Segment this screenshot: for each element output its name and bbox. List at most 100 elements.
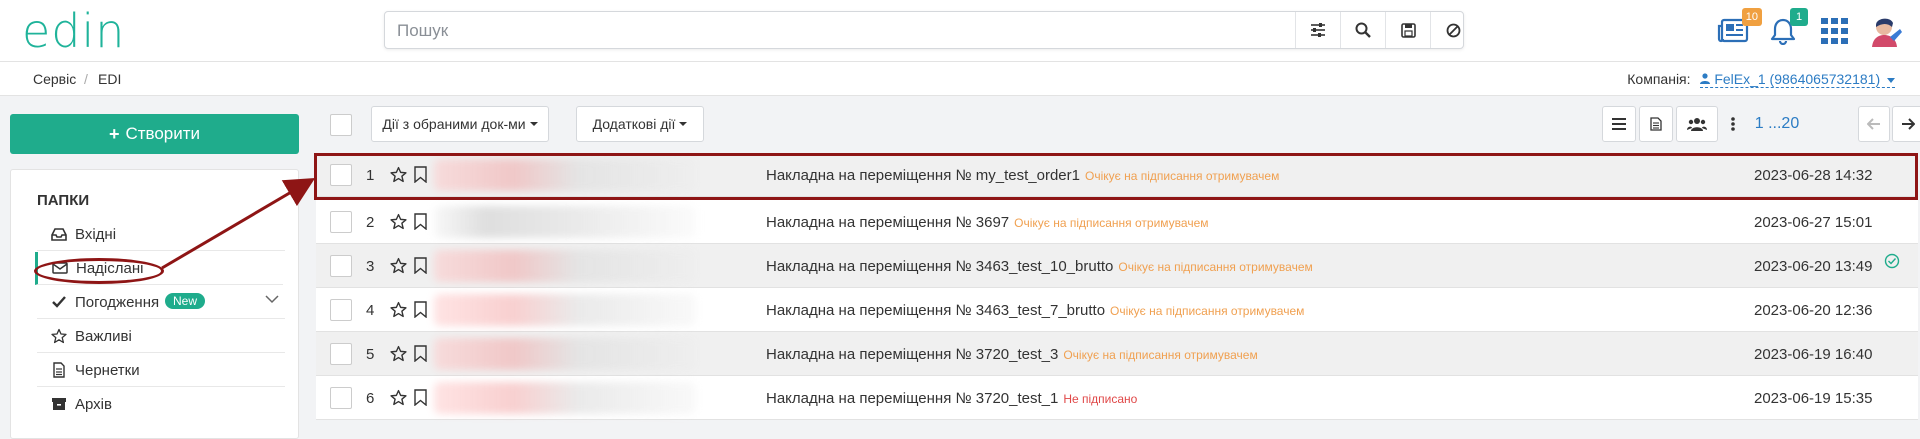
user-avatar[interactable] bbox=[1870, 14, 1904, 48]
bulk-actions-dropdown[interactable]: Дії з обраними док-ми bbox=[371, 106, 549, 142]
bookmark-icon[interactable] bbox=[414, 166, 427, 183]
star-icon[interactable] bbox=[390, 166, 407, 183]
envelope-icon bbox=[52, 262, 68, 274]
document-status: Очікує на підписання отримувачем bbox=[1014, 216, 1209, 230]
row-checkbox[interactable] bbox=[330, 211, 352, 233]
document-date: 2023-06-27 15:01 bbox=[1754, 214, 1873, 231]
folder-label: Важливі bbox=[75, 328, 132, 345]
star-icon[interactable] bbox=[390, 301, 407, 318]
star-icon[interactable] bbox=[390, 389, 407, 406]
row-checkbox[interactable] bbox=[330, 164, 352, 186]
list-view-button[interactable] bbox=[1602, 106, 1636, 142]
document-status: Очікує на підписання отримувачем bbox=[1084, 169, 1280, 183]
breadcrumb-edi[interactable]: EDI bbox=[98, 71, 121, 87]
company-selector: Компанія: FelEx_1 (9864065732181) bbox=[1627, 71, 1895, 88]
company-dropdown[interactable]: FelEx_1 (9864065732181) bbox=[1700, 71, 1895, 88]
file-icon bbox=[53, 362, 65, 378]
bookmark-icon[interactable] bbox=[414, 389, 427, 406]
document-status: Не підписано bbox=[1063, 392, 1138, 406]
bookmark-icon[interactable] bbox=[414, 213, 427, 230]
pagination-range[interactable]: 1 ...20 bbox=[1747, 106, 1807, 142]
document-date: 2023-06-20 12:36 bbox=[1754, 302, 1873, 319]
document-title: Накладна на переміщення № 3697 Очікує на … bbox=[766, 214, 1209, 231]
extra-actions-dropdown[interactable]: Додаткові дії bbox=[576, 106, 704, 142]
redacted-counterparty bbox=[434, 294, 696, 326]
folder-inbox[interactable]: Вхідні bbox=[37, 218, 285, 251]
clear-search-button[interactable] bbox=[1430, 12, 1475, 48]
news-button[interactable]: 10 bbox=[1716, 8, 1762, 48]
star-icon[interactable] bbox=[390, 213, 407, 230]
more-options-button[interactable] bbox=[1721, 106, 1745, 142]
arrow-right-icon bbox=[1902, 118, 1915, 130]
avatar-illustration-icon bbox=[1872, 18, 1902, 47]
chevron-down-icon[interactable] bbox=[265, 294, 279, 304]
search-button[interactable] bbox=[1340, 12, 1385, 48]
check-icon bbox=[52, 296, 66, 308]
next-page-button[interactable] bbox=[1892, 106, 1920, 142]
grid-apps-icon bbox=[1821, 18, 1848, 44]
star-icon[interactable] bbox=[390, 345, 407, 362]
folder-drafts[interactable]: Чернетки bbox=[37, 354, 285, 387]
prev-page-button[interactable] bbox=[1858, 106, 1890, 142]
search-input[interactable] bbox=[397, 20, 1277, 42]
row-number: 5 bbox=[366, 346, 375, 363]
search-bar bbox=[384, 11, 1464, 49]
document-date: 2023-06-19 16:40 bbox=[1754, 346, 1873, 363]
save-icon bbox=[1400, 22, 1416, 38]
select-all-checkbox[interactable] bbox=[330, 114, 352, 136]
edin-logo[interactable]: edin bbox=[22, 8, 125, 54]
new-badge: New bbox=[165, 293, 206, 309]
folder-label: Вхідні bbox=[75, 226, 117, 243]
bookmark-icon[interactable] bbox=[414, 345, 427, 362]
star-icon[interactable] bbox=[390, 257, 407, 274]
create-button-label: Створити bbox=[125, 124, 201, 143]
document-title: Накладна на переміщення № 3463_test_10_b… bbox=[766, 258, 1313, 275]
document-row[interactable]: 5 Накладна на переміщення № 3720_test_3 О… bbox=[316, 332, 1918, 376]
document-row[interactable]: 6 Накладна на переміщення № 3720_test_1 Н… bbox=[316, 376, 1918, 420]
bookmark-icon[interactable] bbox=[414, 301, 427, 318]
users-icon bbox=[1687, 118, 1707, 131]
row-number: 6 bbox=[366, 390, 375, 407]
filter-settings-button[interactable] bbox=[1295, 12, 1340, 48]
archive-icon bbox=[52, 398, 66, 410]
redacted-counterparty bbox=[434, 206, 696, 238]
document-row[interactable]: 4 Накладна на переміщення № 3463_test_7_… bbox=[316, 288, 1918, 332]
redacted-counterparty bbox=[434, 382, 696, 414]
top-header: edin 10 1 bbox=[0, 0, 1920, 62]
file-text-icon bbox=[1650, 117, 1662, 131]
notifications-button[interactable]: 1 bbox=[1766, 8, 1808, 48]
check-circle-icon bbox=[1884, 253, 1900, 269]
folder-approval[interactable]: Погодження New bbox=[37, 286, 285, 319]
document-view-button[interactable] bbox=[1639, 106, 1673, 142]
folder-sent[interactable]: Надіслані bbox=[35, 252, 283, 285]
folder-important[interactable]: Важливі bbox=[37, 320, 285, 353]
sliders-icon bbox=[1311, 23, 1325, 37]
create-document-button[interactable]: + Створити bbox=[10, 114, 299, 154]
breadcrumb-separator: / bbox=[84, 71, 88, 87]
bookmark-icon[interactable] bbox=[414, 257, 427, 274]
save-search-button[interactable] bbox=[1385, 12, 1430, 48]
document-status: Очікує на підписання отримувачем bbox=[1063, 348, 1258, 362]
breadcrumb-service[interactable]: Сервіс bbox=[33, 71, 76, 87]
row-checkbox[interactable] bbox=[330, 255, 352, 277]
document-date: 2023-06-19 15:35 bbox=[1754, 390, 1873, 407]
document-row[interactable]: 3 Накладна на переміщення № 3463_test_10… bbox=[316, 244, 1918, 288]
row-checkbox[interactable] bbox=[330, 343, 352, 365]
document-row[interactable]: 1 Накладна на переміщення № my_test_orde… bbox=[316, 153, 1918, 197]
folder-label: Архів bbox=[75, 396, 112, 413]
folder-label: Надіслані bbox=[76, 260, 144, 277]
company-label: Компанія: bbox=[1627, 71, 1691, 87]
row-checkbox[interactable] bbox=[330, 299, 352, 321]
extra-actions-label: Додаткові дії bbox=[592, 116, 676, 132]
folder-archive[interactable]: Архів bbox=[37, 388, 285, 421]
document-status: Очікує на підписання отримувачем bbox=[1118, 260, 1313, 274]
group-view-button[interactable] bbox=[1676, 106, 1718, 142]
user-icon bbox=[1700, 73, 1711, 84]
redacted-counterparty bbox=[434, 159, 696, 191]
folder-label: Погодження bbox=[75, 294, 160, 311]
apps-menu-button[interactable] bbox=[1818, 14, 1852, 48]
row-checkbox[interactable] bbox=[330, 387, 352, 409]
folders-title: ПАПКИ bbox=[37, 192, 90, 209]
document-row[interactable]: 2 Накладна на переміщення № 3697 Очікує н… bbox=[316, 200, 1918, 244]
document-title: Накладна на переміщення № my_test_order1… bbox=[766, 167, 1280, 184]
